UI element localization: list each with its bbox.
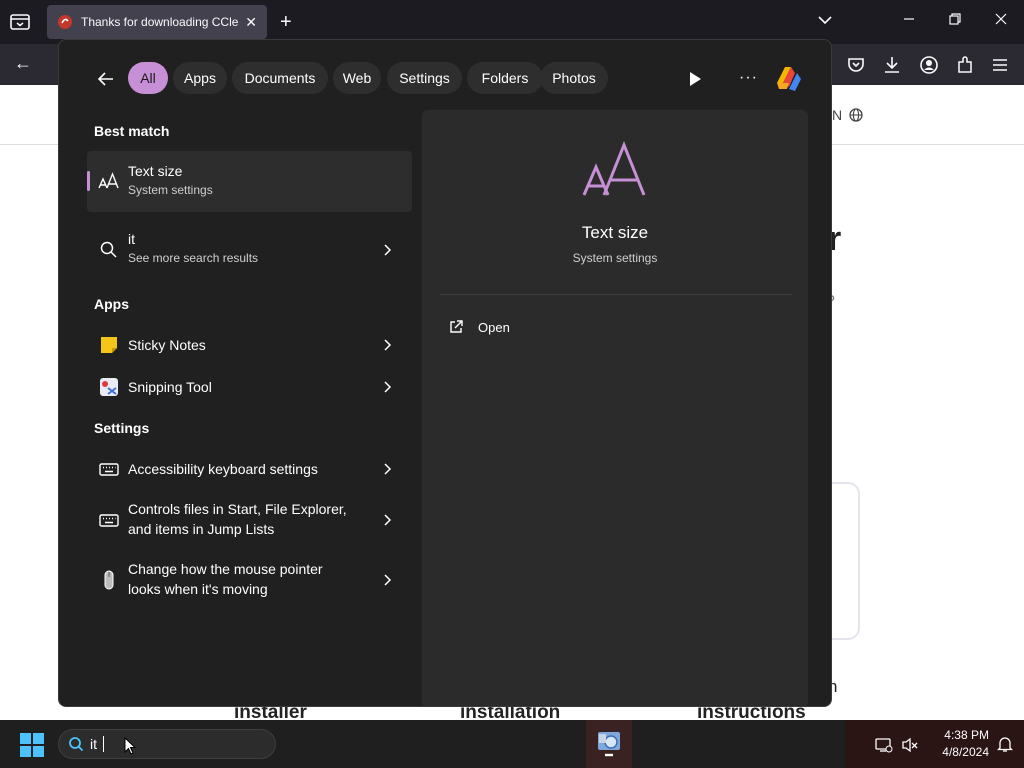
close-window-button[interactable] xyxy=(994,12,1008,30)
best-match-subtitle: System settings xyxy=(128,183,213,197)
system-tray: 4:38 PM 4/8/2024 xyxy=(845,720,1024,768)
text-size-icon xyxy=(98,172,119,189)
minimize-button[interactable] xyxy=(902,12,916,30)
controls-files-text: Controls files in Start, File Explorer, … xyxy=(128,499,347,539)
mouse-icon xyxy=(104,570,114,590)
chevron-right-icon[interactable] xyxy=(382,463,392,475)
best-match-text-size[interactable]: Text size System settings xyxy=(87,151,412,212)
volume-muted-icon[interactable] xyxy=(901,737,919,753)
accessibility-keyboard-text: Accessibility keyboard settings xyxy=(128,459,318,479)
filter-chip-apps[interactable]: Apps xyxy=(173,62,227,94)
back-arrow-icon[interactable] xyxy=(95,68,117,90)
keyboard-icon xyxy=(99,463,119,476)
sticky-notes-icon xyxy=(101,337,117,353)
new-tab-button[interactable]: + xyxy=(280,12,292,32)
list-all-tabs-icon[interactable] xyxy=(818,12,832,29)
copilot-icon[interactable] xyxy=(771,61,805,95)
search-flyout: All Apps Documents Web Settings Folders … xyxy=(58,39,832,707)
clock-date[interactable]: 4/8/2024 xyxy=(929,745,989,759)
restore-button[interactable] xyxy=(948,12,962,30)
result-preview-pane: Text size System settings Open xyxy=(422,110,808,706)
open-action-label: Open xyxy=(478,319,510,335)
notification-bell-icon[interactable] xyxy=(997,735,1013,753)
sticky-notes-text: Sticky Notes xyxy=(128,335,206,355)
chevron-right-icon[interactable] xyxy=(382,514,392,526)
extensions-icon[interactable] xyxy=(955,55,975,75)
controls-files-line2: and items in Jump Lists xyxy=(128,521,275,537)
filter-chip-folders[interactable]: Folders xyxy=(467,62,543,94)
snipping-tool-text: Snipping Tool xyxy=(128,377,212,397)
installer-app-icon xyxy=(598,732,620,757)
globe-icon xyxy=(849,108,863,122)
ccleaner-favicon-icon xyxy=(58,15,72,29)
snipping-tool-title: Snipping Tool xyxy=(128,379,212,395)
best-match-text: Text size System settings xyxy=(128,161,213,199)
sticky-notes-title: Sticky Notes xyxy=(128,337,206,353)
best-match-title: Text size xyxy=(128,163,183,179)
preview-title: Text size xyxy=(581,223,649,242)
chevron-right-icon[interactable] xyxy=(382,244,392,256)
account-icon[interactable] xyxy=(919,55,939,75)
preview-subtitle: System settings xyxy=(572,251,658,265)
web-result-text: it See more search results xyxy=(128,229,258,267)
search-filter-bar: All Apps Documents Web Settings Folders … xyxy=(59,40,831,118)
language-selector[interactable]: N xyxy=(832,107,863,123)
chevron-right-icon[interactable] xyxy=(382,381,392,393)
open-external-icon xyxy=(450,320,463,333)
tab-close-icon[interactable]: ✕ xyxy=(245,14,257,31)
web-search-result[interactable]: it See more search results xyxy=(87,228,412,272)
web-result-title: it xyxy=(128,231,135,247)
browser-tab-bar: Thanks for downloading CCleaner ✕ + xyxy=(0,0,1024,44)
snipping-tool-icon xyxy=(100,378,118,396)
search-results-list: Best match Text size System settings it … xyxy=(59,118,421,706)
setting-result-controls-files[interactable]: Controls files in Start, File Explorer, … xyxy=(87,498,412,542)
mouse-pointer-text: Change how the mouse pointer looks when … xyxy=(128,559,323,599)
best-match-heading: Best match xyxy=(94,123,170,139)
taskbar-app-installer[interactable] xyxy=(586,720,632,768)
menu-icon[interactable] xyxy=(990,55,1010,75)
selection-indicator xyxy=(87,171,90,191)
more-filters-play-icon[interactable] xyxy=(688,71,702,87)
text-size-icon xyxy=(582,140,646,196)
keyboard-icon xyxy=(99,514,119,527)
more-options-icon[interactable]: ··· xyxy=(739,69,758,87)
setting-result-mouse-pointer[interactable]: Change how the mouse pointer looks when … xyxy=(87,558,412,602)
settings-heading: Settings xyxy=(94,420,150,436)
filter-chip-documents[interactable]: Documents xyxy=(232,62,328,94)
pocket-icon[interactable] xyxy=(846,55,866,75)
mouse-cursor-icon xyxy=(124,737,136,755)
filter-chip-all[interactable]: All xyxy=(128,62,168,94)
web-result-subtitle: See more search results xyxy=(128,251,259,265)
tab-title: Thanks for downloading CCleaner xyxy=(81,15,239,29)
mouse-pointer-line2: looks when it's moving xyxy=(128,581,268,597)
preview-divider xyxy=(440,294,792,295)
app-result-snipping-tool[interactable]: Snipping Tool xyxy=(87,372,412,402)
language-label: N xyxy=(832,107,843,123)
clock-time[interactable]: 4:38 PM xyxy=(929,728,989,742)
filter-chip-photos[interactable]: Photos xyxy=(540,62,608,94)
network-icon[interactable] xyxy=(875,737,893,753)
filter-chip-settings[interactable]: Settings xyxy=(387,62,462,94)
accessibility-keyboard-title: Accessibility keyboard settings xyxy=(128,461,318,477)
filter-chip-web[interactable]: Web xyxy=(333,62,381,94)
back-button[interactable]: ← xyxy=(14,53,32,74)
search-icon xyxy=(69,737,84,752)
downloads-icon[interactable] xyxy=(882,55,902,75)
app-result-sticky-notes[interactable]: Sticky Notes xyxy=(87,330,412,360)
tab-list-icon[interactable] xyxy=(8,12,32,32)
controls-files-line1: Controls files in Start, File Explorer, xyxy=(128,501,347,517)
text-caret xyxy=(103,736,104,752)
setting-result-accessibility-keyboard[interactable]: Accessibility keyboard settings xyxy=(87,454,412,484)
browser-tab[interactable]: Thanks for downloading CCleaner ✕ xyxy=(47,5,267,39)
windows-start-icon[interactable] xyxy=(20,733,44,757)
chevron-right-icon[interactable] xyxy=(382,574,392,586)
mouse-pointer-line1: Change how the mouse pointer xyxy=(128,561,323,577)
apps-heading: Apps xyxy=(94,296,129,312)
taskbar-search-text: it xyxy=(90,736,97,752)
open-action[interactable]: Open xyxy=(448,315,510,339)
chevron-right-icon[interactable] xyxy=(382,339,392,351)
search-icon xyxy=(100,241,117,258)
taskbar-search-input[interactable]: it xyxy=(58,729,276,759)
